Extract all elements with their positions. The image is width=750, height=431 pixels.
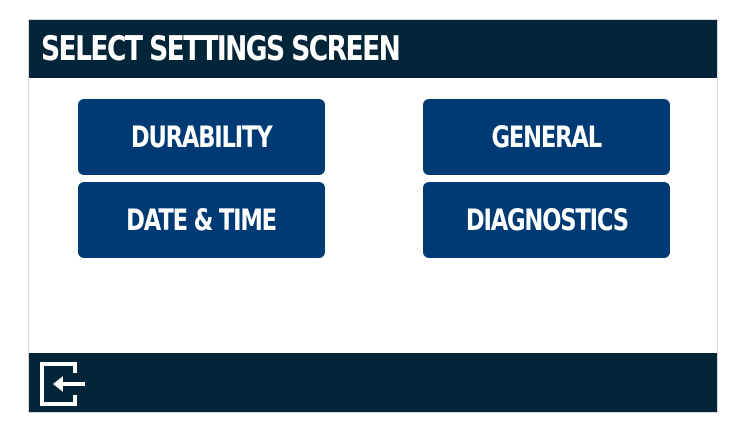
diagnostics-button-label: DIAGNOSTICS	[465, 202, 628, 237]
date-time-button-label: DATE & TIME	[126, 202, 278, 237]
diagnostics-button[interactable]: DIAGNOSTICS	[423, 182, 670, 258]
page-title: SELECT SETTINGS SCREEN	[41, 29, 401, 69]
settings-screen: SELECT SETTINGS SCREEN DURABILITY GENERA…	[28, 19, 718, 413]
date-time-button[interactable]: DATE & TIME	[78, 182, 325, 258]
general-button[interactable]: GENERAL	[423, 99, 670, 175]
header-bar: SELECT SETTINGS SCREEN	[29, 20, 717, 78]
exit-icon	[40, 362, 85, 406]
footer-bar	[29, 353, 717, 412]
general-button-label: GENERAL	[491, 119, 603, 154]
durability-button-label: DURABILITY	[131, 119, 273, 154]
exit-button[interactable]	[38, 360, 88, 408]
durability-button[interactable]: DURABILITY	[78, 99, 325, 175]
